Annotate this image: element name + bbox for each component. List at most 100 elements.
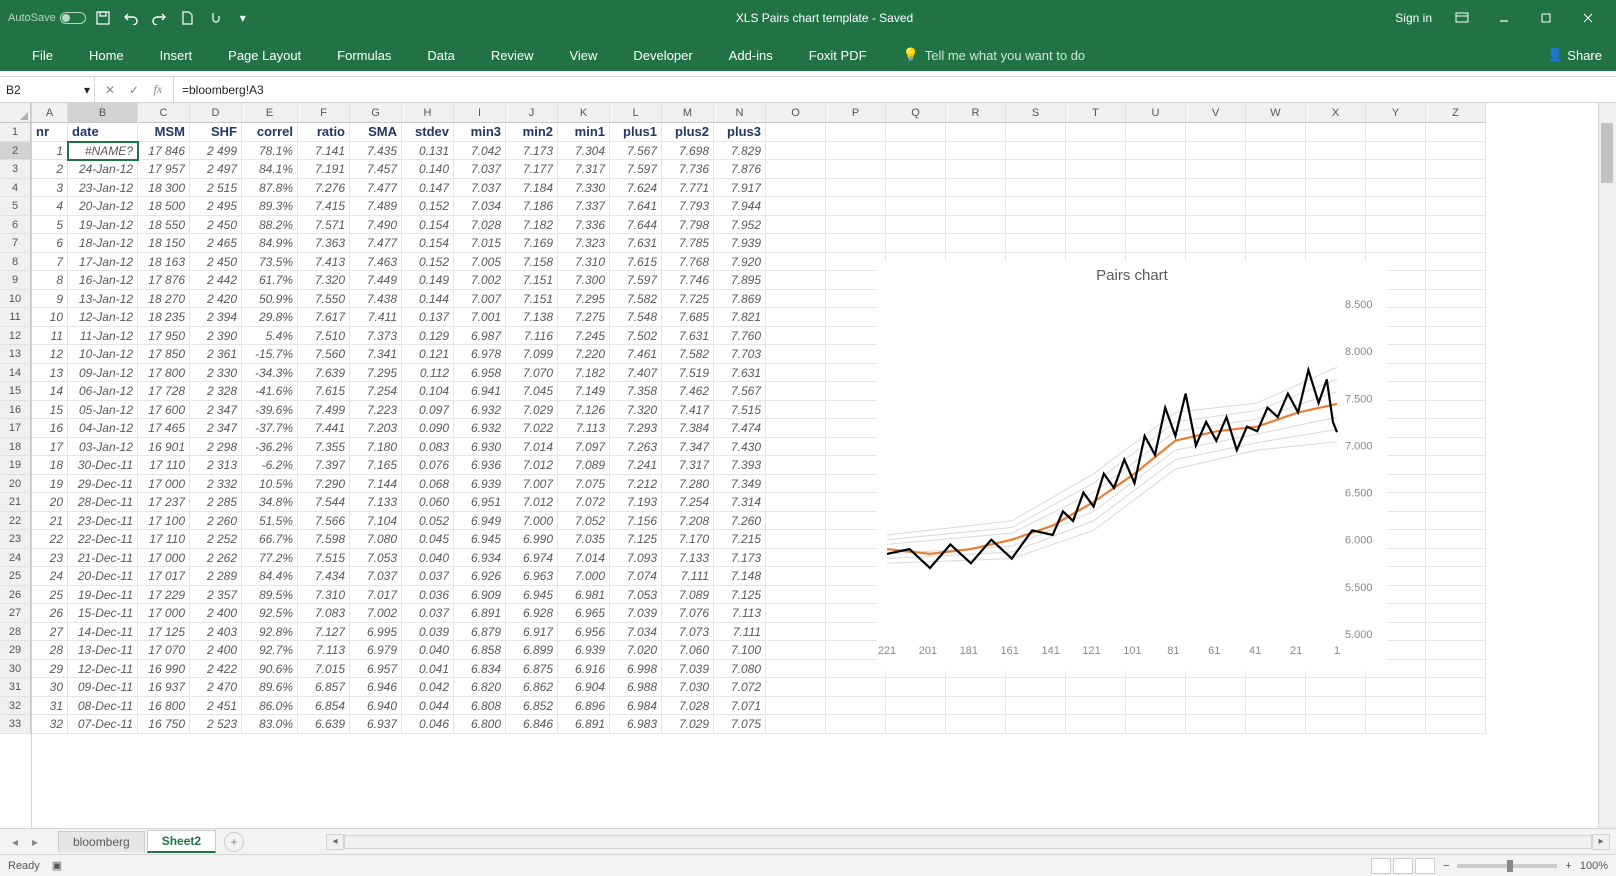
tellme-search[interactable]: 💡 Tell me what you want to do <box>889 39 1100 71</box>
data-cell[interactable]: 0.097 <box>402 401 454 420</box>
data-cell[interactable]: 6.896 <box>558 697 610 716</box>
data-cell[interactable]: 7.567 <box>610 142 662 161</box>
header-cell[interactable]: nr <box>32 123 68 142</box>
data-cell[interactable]: 2 285 <box>190 493 242 512</box>
data-cell[interactable]: 7.042 <box>454 142 506 161</box>
data-cell[interactable]: 7.125 <box>714 586 766 605</box>
column-header-H[interactable]: H <box>402 103 454 123</box>
horizontal-scrollbar[interactable] <box>344 835 1592 849</box>
data-cell[interactable]: 10.5% <box>242 475 298 494</box>
data-cell[interactable]: 7.449 <box>350 271 402 290</box>
data-cell[interactable]: 7.039 <box>662 660 714 679</box>
data-cell[interactable]: 7.113 <box>298 641 350 660</box>
data-cell[interactable]: 17 728 <box>138 382 190 401</box>
data-cell[interactable]: 6.909 <box>454 586 506 605</box>
data-cell[interactable]: 7.017 <box>350 586 402 605</box>
data-cell[interactable]: 15-Dec-11 <box>68 604 138 623</box>
data-cell[interactable]: 7.241 <box>610 456 662 475</box>
data-cell[interactable]: 7.177 <box>506 160 558 179</box>
data-cell[interactable]: 34.8% <box>242 493 298 512</box>
data-cell[interactable]: 6.800 <box>454 715 506 734</box>
undo-icon[interactable] <box>120 7 142 29</box>
data-cell[interactable]: 7.208 <box>662 512 714 531</box>
data-cell[interactable]: 2 390 <box>190 327 242 346</box>
page-icon[interactable] <box>176 7 198 29</box>
data-cell[interactable]: 7.015 <box>454 234 506 253</box>
data-cell[interactable]: 0.131 <box>402 142 454 161</box>
data-cell[interactable]: 89.5% <box>242 586 298 605</box>
data-cell[interactable]: 7.089 <box>558 456 610 475</box>
data-cell[interactable]: 89.3% <box>242 197 298 216</box>
close-icon[interactable] <box>1568 4 1608 32</box>
data-cell[interactable]: 0.076 <box>402 456 454 475</box>
enter-formula-icon[interactable]: ✓ <box>125 83 143 97</box>
data-cell[interactable]: 73.5% <box>242 253 298 272</box>
row-header[interactable]: 26 <box>0 586 31 605</box>
data-cell[interactable]: 7.415 <box>298 197 350 216</box>
row-header[interactable]: 18 <box>0 438 31 457</box>
column-header-P[interactable]: P <box>826 103 886 123</box>
data-cell[interactable]: 7.582 <box>610 290 662 309</box>
data-cell[interactable]: 7.104 <box>350 512 402 531</box>
data-cell[interactable]: 7.337 <box>558 197 610 216</box>
data-cell[interactable]: 2 328 <box>190 382 242 401</box>
data-cell[interactable]: 18 300 <box>138 179 190 198</box>
data-cell[interactable]: 9 <box>32 290 68 309</box>
data-cell[interactable]: 6.957 <box>350 660 402 679</box>
data-cell[interactable]: 18-Jan-12 <box>68 234 138 253</box>
data-cell[interactable]: 7.113 <box>558 419 610 438</box>
save-icon[interactable] <box>92 7 114 29</box>
data-cell[interactable]: 6.899 <box>506 641 558 660</box>
autosave-toggle[interactable]: AutoSave <box>8 12 86 24</box>
data-cell[interactable]: 17 465 <box>138 419 190 438</box>
data-cell[interactable]: 7.127 <box>298 623 350 642</box>
data-cell[interactable]: 2 357 <box>190 586 242 605</box>
data-cell[interactable]: 16 901 <box>138 438 190 457</box>
data-cell[interactable]: 7.072 <box>714 678 766 697</box>
data-cell[interactable]: 29-Dec-11 <box>68 475 138 494</box>
data-cell[interactable]: 30-Dec-11 <box>68 456 138 475</box>
data-cell[interactable]: 11-Jan-12 <box>68 327 138 346</box>
data-cell[interactable]: 17 017 <box>138 567 190 586</box>
column-header-Y[interactable]: Y <box>1366 103 1426 123</box>
data-cell[interactable]: 0.144 <box>402 290 454 309</box>
row-header[interactable]: 32 <box>0 697 31 716</box>
add-sheet-button[interactable]: + <box>224 832 244 852</box>
data-cell[interactable]: 2 289 <box>190 567 242 586</box>
data-cell[interactable]: 7.007 <box>506 475 558 494</box>
data-cell[interactable]: 6.932 <box>454 401 506 420</box>
data-cell[interactable]: 7.125 <box>610 530 662 549</box>
data-cell[interactable]: 7.373 <box>350 327 402 346</box>
data-cell[interactable]: 50.9% <box>242 290 298 309</box>
data-cell[interactable]: 6.984 <box>610 697 662 716</box>
data-cell[interactable]: 18 500 <box>138 197 190 216</box>
row-header[interactable]: 30 <box>0 660 31 679</box>
row-header[interactable]: 1 <box>0 123 31 142</box>
column-header-W[interactable]: W <box>1246 103 1306 123</box>
data-cell[interactable]: 6.936 <box>454 456 506 475</box>
data-cell[interactable]: 7.070 <box>506 364 558 383</box>
row-header[interactable]: 28 <box>0 623 31 642</box>
data-cell[interactable]: 7.771 <box>662 179 714 198</box>
data-cell[interactable]: 6.978 <box>454 345 506 364</box>
data-cell[interactable]: 84.1% <box>242 160 298 179</box>
data-cell[interactable]: 7.060 <box>662 641 714 660</box>
data-cell[interactable]: 0.149 <box>402 271 454 290</box>
data-cell[interactable]: 0.090 <box>402 419 454 438</box>
data-cell[interactable]: 7.156 <box>610 512 662 531</box>
data-cell[interactable]: 7.184 <box>506 179 558 198</box>
tab-view[interactable]: View <box>555 40 611 71</box>
redo-icon[interactable] <box>148 7 170 29</box>
data-cell[interactable]: 7.039 <box>610 604 662 623</box>
data-cell[interactable]: -34.3% <box>242 364 298 383</box>
data-cell[interactable]: 30 <box>32 678 68 697</box>
data-cell[interactable]: 10 <box>32 308 68 327</box>
data-cell[interactable]: 7.005 <box>454 253 506 272</box>
data-cell[interactable]: 7.615 <box>610 253 662 272</box>
data-cell[interactable]: 7.798 <box>662 216 714 235</box>
data-cell[interactable]: 17-Jan-12 <box>68 253 138 272</box>
tab-home[interactable]: Home <box>75 40 138 71</box>
data-cell[interactable]: 6.852 <box>506 697 558 716</box>
data-cell[interactable]: 0.060 <box>402 493 454 512</box>
column-header-Q[interactable]: Q <box>886 103 946 123</box>
